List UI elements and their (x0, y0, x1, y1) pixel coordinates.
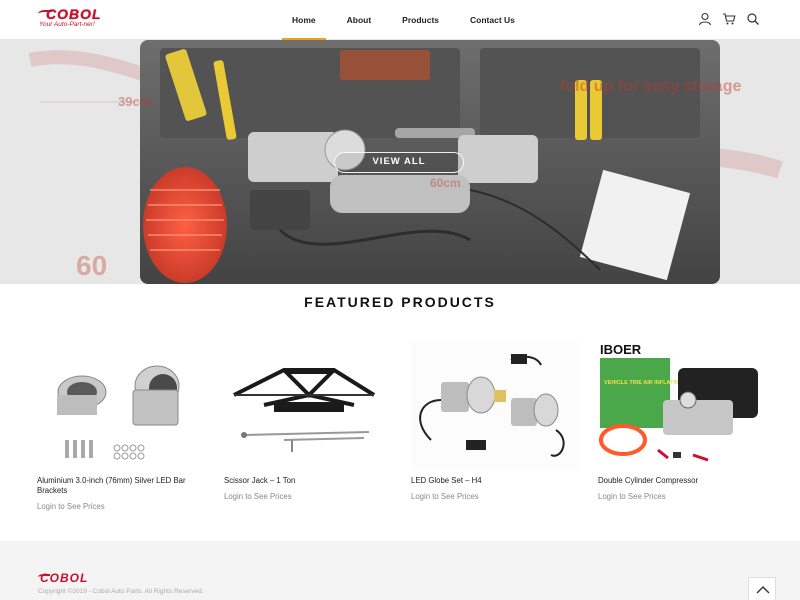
product-card[interactable]: Aluminium 3.0-inch (76mm) Silver LED Bar… (37, 340, 203, 511)
main-nav: Home About Products Contact Us (282, 0, 536, 40)
search-icon[interactable] (746, 12, 760, 26)
product-price[interactable]: Login to See Prices (37, 502, 203, 511)
featured-products-title: FEATURED PRODUCTS (304, 294, 496, 310)
product-name[interactable]: LED Globe Set – H4 (411, 476, 577, 486)
hero-overlay-text: 39cm (118, 94, 152, 109)
site-footer: COBOL Copyright ©2019 - Cobol Auto Parts… (0, 541, 800, 600)
back-to-top-button[interactable] (748, 577, 776, 600)
hero-overlay-text: fold up for easy storage (560, 78, 742, 95)
product-price[interactable]: Login to See Prices (224, 492, 390, 501)
product-card[interactable]: LED Globe Set – H4 Login to See Prices (411, 340, 577, 501)
product-name[interactable]: Double Cylinder Compressor (598, 476, 764, 486)
product-price[interactable]: Login to See Prices (598, 492, 764, 501)
hero-banner: 39cm fold up for easy storage 60cm 60 VI… (0, 40, 800, 284)
product-name[interactable]: Aluminium 3.0-inch (76mm) Silver LED Bar… (37, 476, 203, 496)
hero-overlay-text: 60 (76, 250, 108, 281)
nav-home[interactable]: Home (282, 0, 326, 40)
site-header: COBOL Your Auto-Part-ner! Home About Pro… (0, 0, 800, 40)
product-image[interactable] (37, 340, 203, 470)
product-image[interactable]: IBOER VEHICLE TIRE AIR INFLATING PUMP (598, 340, 764, 470)
copyright-text: Copyright ©2019 - Cobol Auto Parts. All … (38, 588, 204, 595)
product-image[interactable] (411, 340, 577, 470)
footer-logo[interactable]: COBOL (40, 571, 88, 585)
product-image[interactable] (224, 340, 390, 470)
user-icon[interactable] (698, 12, 712, 26)
logo-tagline: Your Auto-Part-ner! (39, 21, 95, 28)
product-price[interactable]: Login to See Prices (411, 492, 577, 501)
cart-icon[interactable] (722, 12, 736, 26)
chevron-up-icon (756, 586, 770, 594)
nav-about[interactable]: About (337, 0, 382, 40)
nav-products[interactable]: Products (392, 0, 449, 40)
product-card[interactable]: IBOER VEHICLE TIRE AIR INFLATING PUMP Do… (598, 340, 764, 501)
nav-contact[interactable]: Contact Us (460, 0, 525, 40)
header-icons (698, 12, 760, 26)
logo-text: COBOL (46, 6, 102, 22)
view-all-button[interactable]: VIEW ALL (334, 152, 464, 173)
hero-overlay-text: 60cm (430, 176, 461, 190)
brand-text: IBOER (600, 342, 642, 357)
site-logo[interactable]: COBOL Your Auto-Part-ner! (38, 6, 118, 32)
product-card[interactable]: Scissor Jack – 1 Ton Login to See Prices (224, 340, 390, 501)
product-name[interactable]: Scissor Jack – 1 Ton (224, 476, 390, 486)
